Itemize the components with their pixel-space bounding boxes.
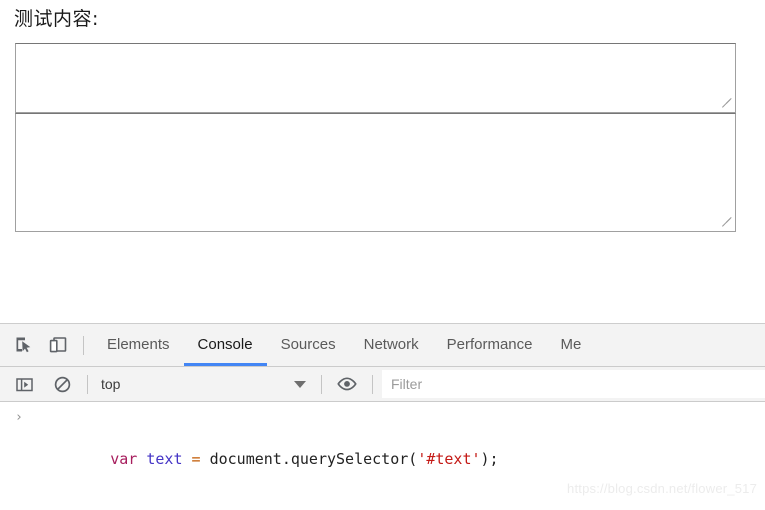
filterbar-divider-2 [321, 374, 322, 394]
secondary-textarea[interactable] [15, 113, 736, 232]
sidebar-glyph [15, 377, 33, 391]
console-prompt-arrow: › [15, 410, 23, 425]
tab-elements[interactable]: Elements [93, 324, 184, 366]
code-token: ); [480, 450, 499, 468]
text-input-textarea[interactable]: ABCDEFGHIJKLMNOPQRSTUV [15, 43, 736, 113]
device-toolbar-glyph [49, 337, 67, 353]
code-token: = [191, 450, 201, 468]
web-page-area: 测试内容: ABCDEFGHIJKLMNOPQRSTUV [0, 0, 765, 323]
console-filter-toolbar: top [0, 367, 765, 402]
eye-glyph [337, 377, 357, 391]
chevron-down-icon [294, 380, 306, 388]
textarea-content: ABCDEFGHIJKLMNOPQRSTUV [21, 45, 735, 112]
toolbar-divider [83, 335, 84, 355]
devtools-panel: Elements Console Sources Network Perform… [0, 323, 765, 510]
console-input-line: › var text = document.querySelector('#te… [0, 407, 765, 491]
show-console-sidebar-icon[interactable] [8, 369, 40, 399]
inspect-element-icon[interactable] [8, 330, 40, 360]
tab-console[interactable]: Console [183, 324, 267, 366]
resize-handle[interactable] [720, 97, 734, 111]
filterbar-divider-1 [87, 374, 88, 394]
tab-sources[interactable]: Sources [267, 324, 350, 366]
filterbar-divider-3 [372, 374, 373, 394]
devtools-tabbar: Elements Console Sources Network Perform… [0, 324, 765, 367]
console-entry-input[interactable]: › var text = document.querySelector('#te… [0, 403, 765, 510]
console-context-label: top [101, 376, 121, 392]
console-message-list: › var text = document.querySelector('#te… [0, 403, 765, 510]
console-filter-input[interactable] [382, 370, 765, 398]
code-token: document.querySelector( [200, 450, 418, 468]
code-token: text [146, 450, 183, 468]
console-code-line: var text = document.querySelector('#text… [110, 450, 498, 468]
tab-network[interactable]: Network [350, 324, 433, 366]
clear-console-glyph [54, 376, 70, 392]
page-title: 测试内容: [14, 8, 99, 30]
console-input-line: text.focus(); [0, 491, 765, 510]
inspect-element-glyph [16, 337, 31, 353]
tab-performance[interactable]: Performance [433, 324, 547, 366]
console-context-selector[interactable]: top [97, 372, 312, 396]
code-token: var [110, 450, 138, 468]
code-token: '#text' [417, 450, 481, 468]
resize-handle-secondary[interactable] [720, 216, 734, 230]
live-expression-eye-icon[interactable] [331, 369, 363, 399]
tab-memory[interactable]: Me [547, 324, 596, 366]
clear-console-icon[interactable] [46, 369, 78, 399]
device-toolbar-icon[interactable] [42, 330, 74, 360]
